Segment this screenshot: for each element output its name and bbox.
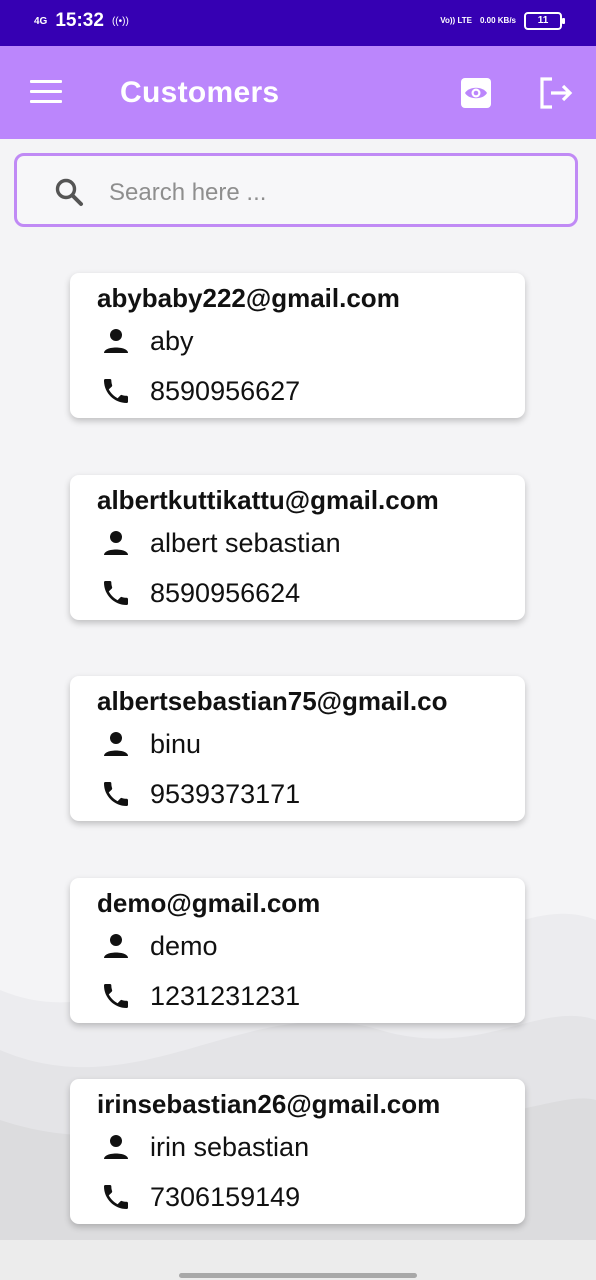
person-icon xyxy=(104,531,128,555)
search-icon xyxy=(53,176,85,208)
volte-indicator: Vo)) LTE xyxy=(440,16,472,25)
person-icon xyxy=(104,934,128,958)
system-nav-bar xyxy=(0,1240,596,1280)
customer-name: aby xyxy=(150,325,194,356)
customer-card[interactable]: albertsebastian75@gmail.co binu 95393731… xyxy=(70,676,525,821)
customer-phone: 9539373171 xyxy=(150,778,301,809)
network-indicator: 4G xyxy=(34,15,48,27)
phone-icon xyxy=(104,1185,128,1209)
phone-icon xyxy=(104,984,128,1008)
customer-email: albertsebastian75@gmail.co xyxy=(97,686,448,716)
phone-icon xyxy=(104,379,128,403)
status-bar: 4G 15:32 ((•)) Vo)) LTE 0.00 KB/s 11 xyxy=(0,0,596,46)
customer-card[interactable]: albertkuttikattu@gmail.com albert sebast… xyxy=(70,475,525,620)
eye-icon[interactable] xyxy=(459,76,493,110)
customer-email: abybaby222@gmail.com xyxy=(97,283,400,313)
customer-phone: 8590956627 xyxy=(150,375,301,406)
customer-name: demo xyxy=(150,930,218,961)
customer-name: irin sebastian xyxy=(150,1131,310,1162)
customer-email: demo@gmail.com xyxy=(97,888,321,918)
search-box xyxy=(14,153,578,227)
data-speed: 0.00 KB/s xyxy=(479,16,516,25)
person-icon xyxy=(104,732,128,756)
customer-email: albertkuttikattu@gmail.com xyxy=(97,485,439,515)
status-time: 15:32 xyxy=(55,10,104,31)
hotspot-icon: ((•)) xyxy=(111,15,129,27)
app-bar: Customers xyxy=(0,46,596,139)
battery-icon: 11 xyxy=(524,12,565,30)
customer-name: binu xyxy=(150,728,202,759)
customer-phone: 1231231231 xyxy=(150,980,301,1011)
phone-icon xyxy=(104,782,128,806)
home-gesture-handle[interactable] xyxy=(179,1273,417,1278)
customer-phone: 7306159149 xyxy=(150,1181,301,1212)
customer-phone: 8590956624 xyxy=(150,577,301,608)
customer-card[interactable]: abybaby222@gmail.com aby 8590956627 xyxy=(70,273,525,418)
phone-icon xyxy=(104,581,128,605)
customer-card[interactable]: irinsebastian26@gmail.com irin sebastian… xyxy=(70,1079,525,1224)
search-input[interactable] xyxy=(107,174,551,212)
customer-name: albert sebastian xyxy=(150,527,341,558)
person-icon xyxy=(104,329,128,353)
customer-email: irinsebastian26@gmail.com xyxy=(97,1089,441,1119)
logout-icon[interactable] xyxy=(538,76,574,110)
person-icon xyxy=(104,1135,128,1159)
menu-icon[interactable] xyxy=(30,80,62,104)
customer-card[interactable]: demo@gmail.com demo 1231231231 xyxy=(70,878,525,1023)
page-title: Customers xyxy=(120,76,280,109)
